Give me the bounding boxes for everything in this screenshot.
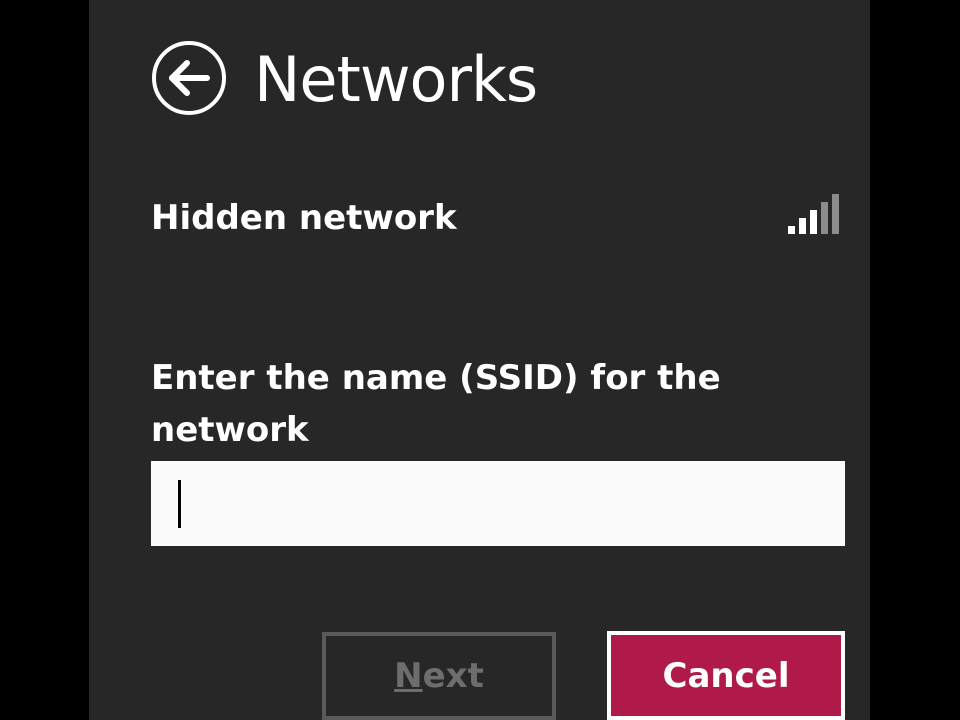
ssid-prompt-label: Enter the name (SSID) for the network <box>151 358 721 450</box>
screen: Networks Hidden network Enter the name (… <box>0 0 960 720</box>
signal-bar <box>810 210 817 234</box>
next-button[interactable]: Next <box>322 632 556 720</box>
cancel-button[interactable]: Cancel <box>607 631 845 720</box>
network-name: Hidden network <box>151 198 457 238</box>
page-title: Networks <box>254 43 538 116</box>
back-arrow-icon <box>169 60 210 96</box>
signal-bar <box>832 194 839 234</box>
next-label: ext <box>422 656 484 696</box>
wifi-signal-strength-icon <box>788 192 840 234</box>
text-caret <box>178 480 181 528</box>
signal-bar <box>799 218 806 234</box>
signal-bar <box>788 226 795 234</box>
signal-bar <box>821 202 828 234</box>
ssid-input[interactable] <box>151 461 845 546</box>
next-mnemonic: N <box>394 656 423 696</box>
back-button[interactable] <box>152 41 226 115</box>
